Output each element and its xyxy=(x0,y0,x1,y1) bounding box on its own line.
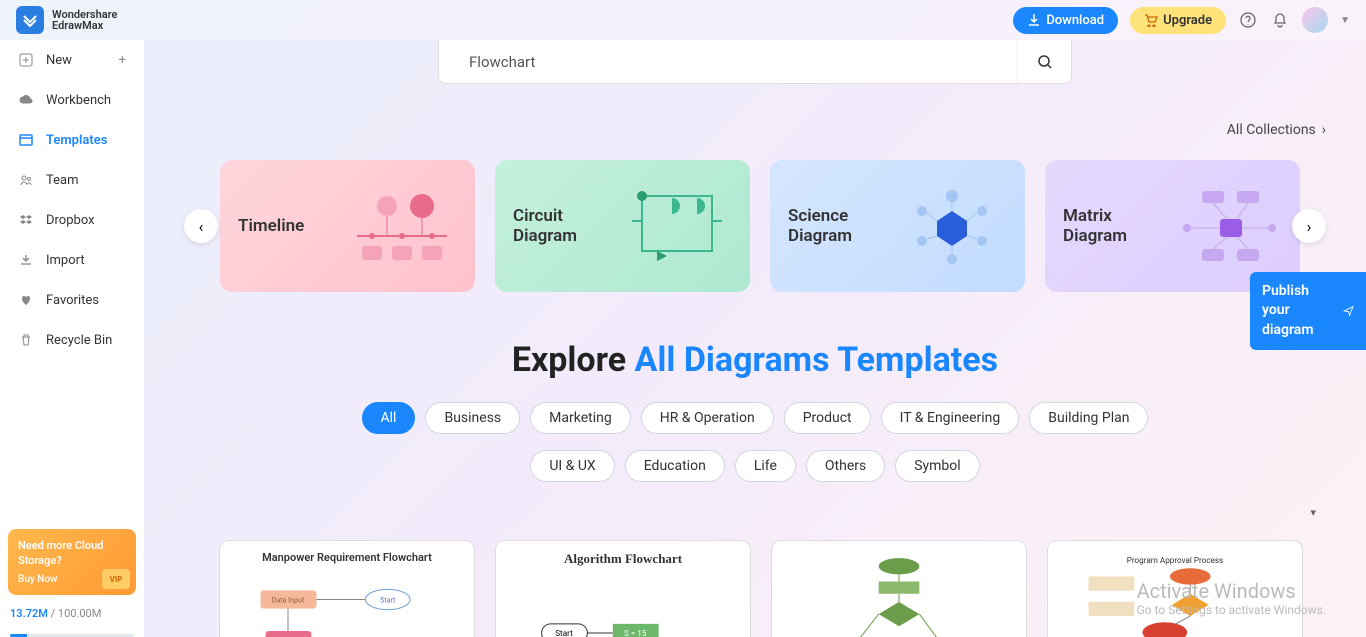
sidebar-item-label: Import xyxy=(46,253,85,268)
sidebar-item-label: Dropbox xyxy=(46,213,95,228)
template-manpower[interactable]: Manpower Requirement Flowchart Data Inpu… xyxy=(219,540,475,637)
bell-icon[interactable] xyxy=(1270,10,1290,30)
promo-title: Need more Cloud Storage? xyxy=(18,539,126,568)
topbar-actions: Download Upgrade ▼ xyxy=(1013,7,1350,34)
filter-product[interactable]: Product xyxy=(784,402,871,434)
filter-business[interactable]: Business xyxy=(425,402,520,434)
help-icon[interactable] xyxy=(1238,10,1258,30)
filter-uiux[interactable]: UI & UX xyxy=(530,450,614,482)
cart-icon xyxy=(1144,13,1158,27)
card-timeline[interactable]: Timeline xyxy=(220,160,475,292)
card-science[interactable]: Science Diagram xyxy=(770,160,1025,292)
dropbox-icon xyxy=(18,212,34,228)
storage-total: / 100.00M xyxy=(48,607,101,620)
template-title: Algorithm Flowchart xyxy=(506,551,740,567)
sidebar-item-label: New xyxy=(46,53,72,68)
explore-heading: Explore All Diagrams Templates xyxy=(144,340,1366,380)
card-label: Timeline xyxy=(238,216,304,236)
sidebar-item-new[interactable]: New + xyxy=(0,40,144,80)
windows-watermark: Activate Windows Go to Settings to activ… xyxy=(1137,579,1326,617)
app-logo[interactable]: Wondershare EdrawMax xyxy=(16,6,117,34)
templates-icon xyxy=(18,132,34,148)
svg-text:Program Approval Process: Program Approval Process xyxy=(1127,555,1224,565)
template-algorithm[interactable]: Algorithm Flowchart Start S = 15 xyxy=(495,540,751,637)
storage-promo[interactable]: Need more Cloud Storage? Buy Now VIP xyxy=(8,529,136,595)
chevron-right-icon: › xyxy=(1322,122,1326,138)
filter-row-1: All Business Marketing HR & Operation Pr… xyxy=(144,402,1366,434)
sidebar-item-workbench[interactable]: Workbench xyxy=(0,80,144,120)
filter-it[interactable]: IT & Engineering xyxy=(881,402,1020,434)
filter-life[interactable]: Life xyxy=(735,450,796,482)
plus-icon: + xyxy=(119,53,126,68)
filter-education[interactable]: Education xyxy=(625,450,725,482)
svg-text:Data Input: Data Input xyxy=(272,596,305,605)
sidebar-item-label: Favorites xyxy=(46,293,99,308)
download-icon xyxy=(1027,13,1041,27)
vip-badge: VIP xyxy=(102,569,130,589)
team-icon xyxy=(18,172,34,188)
search-input[interactable] xyxy=(439,53,1017,71)
sidebar-item-recycle[interactable]: Recycle Bin xyxy=(0,320,144,360)
import-icon xyxy=(18,252,34,268)
collections-carousel: ‹ Timeline Circuit Diagram Science Diagr… xyxy=(144,160,1366,292)
storage-info: 13.72M / 100.00M xyxy=(0,603,144,630)
svg-text:S = 15: S = 15 xyxy=(624,628,647,637)
logo-text: Wondershare EdrawMax xyxy=(52,9,117,31)
plus-square-icon xyxy=(18,52,34,68)
sidebar-item-team[interactable]: Team xyxy=(0,160,144,200)
publish-diagram-button[interactable]: Publish your diagram xyxy=(1250,272,1366,350)
card-label: Matrix Diagram xyxy=(1063,206,1163,246)
avatar-caret-icon[interactable]: ▼ xyxy=(1340,15,1350,26)
timeline-graphic xyxy=(347,181,457,271)
heart-icon xyxy=(18,292,34,308)
upgrade-button[interactable]: Upgrade xyxy=(1130,7,1226,34)
template-title: Manpower Requirement Flowchart xyxy=(230,551,464,564)
sidebar-item-label: Team xyxy=(46,173,79,188)
filter-all[interactable]: All xyxy=(362,402,416,434)
filter-row-2: UI & UX Education Life Others Symbol xyxy=(144,450,1366,482)
search-bar xyxy=(438,40,1072,84)
filter-symbol[interactable]: Symbol xyxy=(895,450,979,482)
template-green[interactable] xyxy=(771,540,1027,637)
storage-used: 13.72M xyxy=(10,607,48,620)
trash-icon xyxy=(18,332,34,348)
cloud-icon xyxy=(18,92,34,108)
all-collections-link[interactable]: All Collections › xyxy=(1227,122,1326,138)
card-label: Circuit Diagram xyxy=(513,206,613,246)
filter-marketing[interactable]: Marketing xyxy=(530,402,631,434)
card-circuit[interactable]: Circuit Diagram xyxy=(495,160,750,292)
sidebar-item-favorites[interactable]: Favorites xyxy=(0,280,144,320)
avatar[interactable] xyxy=(1302,7,1328,33)
sidebar-item-import[interactable]: Import xyxy=(0,240,144,280)
matrix-graphic xyxy=(1172,181,1282,271)
sidebar: New + Workbench Templates Team Dropbox I… xyxy=(0,40,144,637)
download-button[interactable]: Download xyxy=(1013,7,1118,34)
card-label: Science Diagram xyxy=(788,206,888,246)
logo-icon xyxy=(16,6,44,34)
svg-text:Start: Start xyxy=(380,596,396,605)
filter-building[interactable]: Building Plan xyxy=(1029,402,1148,434)
search-button[interactable] xyxy=(1017,40,1071,83)
science-graphic xyxy=(897,181,1007,271)
carousel-prev[interactable]: ‹ xyxy=(184,209,218,243)
send-icon xyxy=(1343,301,1354,321)
filter-others[interactable]: Others xyxy=(806,450,885,482)
carousel-next[interactable]: › xyxy=(1292,209,1326,243)
main-content: All Collections › ‹ Timeline Circuit Dia… xyxy=(144,40,1366,637)
sidebar-item-label: Recycle Bin xyxy=(46,333,112,348)
topbar: Wondershare EdrawMax Download Upgrade ▼ xyxy=(0,0,1366,40)
circuit-graphic xyxy=(622,181,732,271)
publish-text: Publish your diagram xyxy=(1262,282,1335,341)
sidebar-item-templates[interactable]: Templates xyxy=(0,120,144,160)
svg-text:Start: Start xyxy=(555,628,573,637)
sidebar-item-dropbox[interactable]: Dropbox xyxy=(0,200,144,240)
filter-hr[interactable]: HR & Operation xyxy=(641,402,774,434)
search-icon xyxy=(1037,54,1053,70)
sidebar-item-label: Templates xyxy=(46,133,107,148)
sidebar-item-label: Workbench xyxy=(46,93,111,108)
